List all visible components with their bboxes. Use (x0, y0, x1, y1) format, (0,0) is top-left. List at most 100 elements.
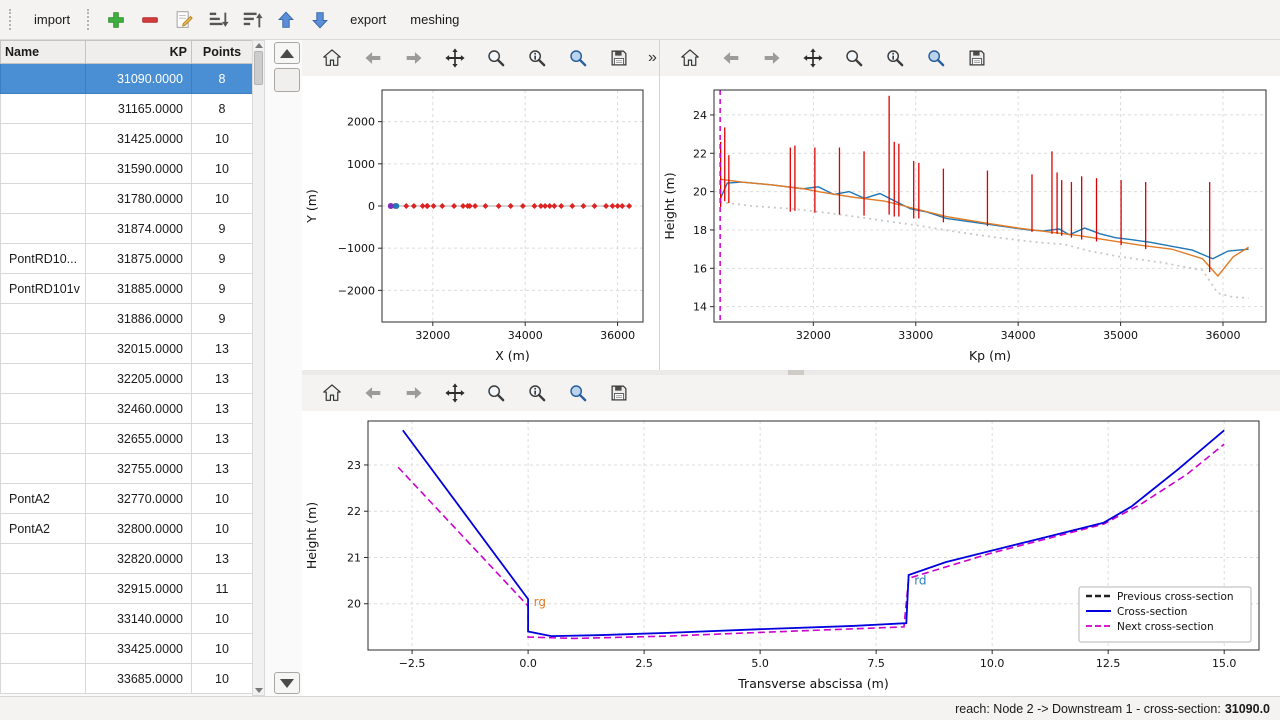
move-up-button[interactable] (272, 5, 302, 35)
scroll-down-icon[interactable] (255, 688, 263, 693)
cell-kp[interactable]: 33140.0000 (86, 604, 192, 634)
cell-points[interactable]: 8 (192, 64, 253, 94)
cell-points[interactable]: 10 (192, 604, 253, 634)
cell-name[interactable] (1, 604, 86, 634)
table-row[interactable]: 31590.000010 (1, 154, 253, 184)
table-row[interactable]: 32655.000013 (1, 424, 253, 454)
subplots-button[interactable] (523, 44, 551, 72)
cell-points[interactable]: 11 (192, 574, 253, 604)
cell-points[interactable]: 13 (192, 394, 253, 424)
cell-kp[interactable]: 32800.0000 (86, 514, 192, 544)
table-row[interactable]: PontRD101v31885.00009 (1, 274, 253, 304)
scroll-up-icon[interactable] (255, 43, 263, 48)
sort-ascending-button[interactable] (204, 5, 234, 35)
splitter-handle[interactable] (788, 370, 804, 375)
cell-name[interactable] (1, 304, 86, 334)
cell-points[interactable]: 9 (192, 304, 253, 334)
cell-points[interactable]: 10 (192, 514, 253, 544)
scroll-down-button[interactable] (274, 672, 300, 694)
table-row[interactable]: 31425.000010 (1, 124, 253, 154)
cell-name[interactable] (1, 214, 86, 244)
cell-kp[interactable]: 32655.0000 (86, 424, 192, 454)
forward-button[interactable] (400, 379, 428, 407)
cell-name[interactable] (1, 124, 86, 154)
cell-points[interactable]: 9 (192, 244, 253, 274)
toolbar-overflow-chevron[interactable]: » (648, 49, 657, 67)
save-button[interactable] (605, 379, 633, 407)
cell-name[interactable] (1, 544, 86, 574)
cell-points[interactable]: 10 (192, 484, 253, 514)
cell-name[interactable] (1, 454, 86, 484)
cell-kp[interactable]: 33685.0000 (86, 664, 192, 694)
table-row[interactable]: PontRD10...31875.00009 (1, 244, 253, 274)
table-row[interactable]: 33140.000010 (1, 604, 253, 634)
cell-kp[interactable]: 32015.0000 (86, 334, 192, 364)
cell-kp[interactable]: 31885.0000 (86, 274, 192, 304)
pan-button[interactable] (799, 44, 827, 72)
save-button[interactable] (605, 44, 633, 72)
table-scrollbar[interactable] (252, 40, 265, 696)
customize-button[interactable] (564, 44, 592, 72)
horizontal-splitter[interactable] (302, 370, 1280, 375)
home-button[interactable] (318, 379, 346, 407)
cell-kp[interactable]: 31590.0000 (86, 154, 192, 184)
back-button[interactable] (359, 379, 387, 407)
table-row[interactable]: 32205.000013 (1, 364, 253, 394)
cell-name[interactable] (1, 64, 86, 94)
cell-kp[interactable]: 32755.0000 (86, 454, 192, 484)
zoom-button[interactable] (840, 44, 868, 72)
cell-kp[interactable]: 31875.0000 (86, 244, 192, 274)
cell-points[interactable]: 10 (192, 154, 253, 184)
table-row[interactable]: 33685.000010 (1, 664, 253, 694)
table-row[interactable]: 32820.000013 (1, 544, 253, 574)
cell-name[interactable] (1, 574, 86, 604)
cell-name[interactable] (1, 364, 86, 394)
table-row[interactable]: 32915.000011 (1, 574, 253, 604)
cell-points[interactable]: 13 (192, 544, 253, 574)
section-navigation-scrollbar[interactable] (272, 40, 302, 696)
table-row[interactable]: 32460.000013 (1, 394, 253, 424)
home-button[interactable] (318, 44, 346, 72)
menu-meshing[interactable]: meshing (400, 7, 469, 32)
pan-button[interactable] (441, 379, 469, 407)
cell-points[interactable]: 13 (192, 424, 253, 454)
save-button[interactable] (963, 44, 991, 72)
cell-name[interactable]: PontA2 (1, 484, 86, 514)
cell-name[interactable] (1, 184, 86, 214)
table-row[interactable]: 31886.00009 (1, 304, 253, 334)
forward-button[interactable] (400, 44, 428, 72)
table-row[interactable]: 33425.000010 (1, 634, 253, 664)
cell-kp[interactable]: 32460.0000 (86, 394, 192, 424)
cell-points[interactable]: 10 (192, 634, 253, 664)
cell-kp[interactable]: 31874.0000 (86, 214, 192, 244)
plan-view-chart[interactable]: 320003400036000−2000−1000010002000X (m)Y… (302, 76, 659, 368)
back-button[interactable] (359, 44, 387, 72)
longitudinal-profile-chart[interactable]: 3200033000340003500036000141618202224Kp … (660, 76, 1280, 368)
table-row[interactable]: PontA232770.000010 (1, 484, 253, 514)
table-row[interactable]: 31165.00008 (1, 94, 253, 124)
table-row[interactable]: 31874.00009 (1, 214, 253, 244)
table-row[interactable]: 31780.000010 (1, 184, 253, 214)
table-row[interactable]: 32015.000013 (1, 334, 253, 364)
cell-points[interactable]: 10 (192, 184, 253, 214)
scroll-up-button[interactable] (274, 42, 300, 64)
cell-name[interactable] (1, 664, 86, 694)
sort-descending-button[interactable] (238, 5, 268, 35)
column-header-points[interactable]: Points (192, 41, 253, 64)
table-row[interactable]: 31090.00008 (1, 64, 253, 94)
zoom-button[interactable] (482, 44, 510, 72)
cell-points[interactable]: 13 (192, 364, 253, 394)
menu-import[interactable]: import (24, 7, 80, 32)
cell-points[interactable]: 13 (192, 454, 253, 484)
zoom-button[interactable] (482, 379, 510, 407)
cell-name[interactable] (1, 634, 86, 664)
cell-name[interactable]: PontRD101v (1, 274, 86, 304)
cell-name[interactable] (1, 424, 86, 454)
cell-kp[interactable]: 32205.0000 (86, 364, 192, 394)
customize-button[interactable] (922, 44, 950, 72)
cell-name[interactable] (1, 394, 86, 424)
cell-kp[interactable]: 31425.0000 (86, 124, 192, 154)
subplots-button[interactable] (881, 44, 909, 72)
scrollbar-thumb[interactable] (254, 51, 263, 85)
customize-button[interactable] (564, 379, 592, 407)
